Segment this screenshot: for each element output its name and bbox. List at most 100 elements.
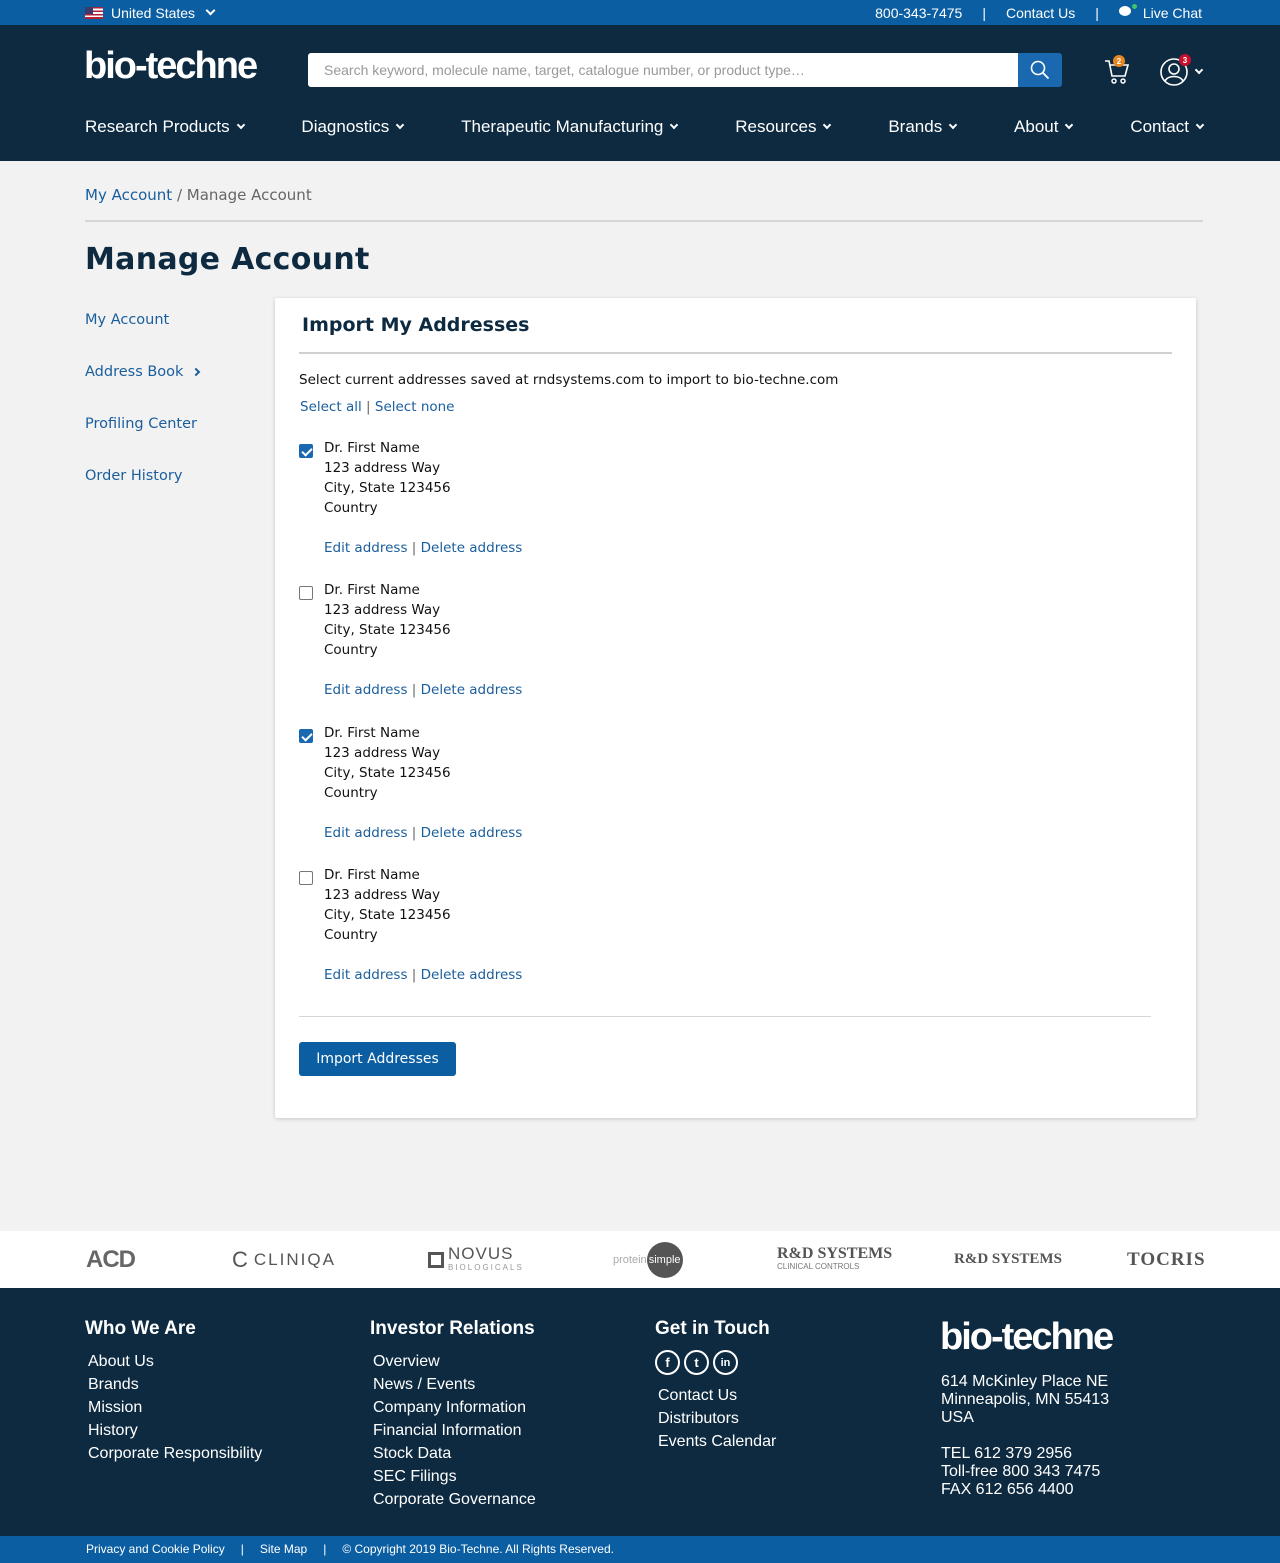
footer-link-stock-data[interactable]: Stock Data	[373, 1442, 536, 1465]
proteinsimple-logo[interactable]: protein simple	[613, 1231, 683, 1288]
cliniqa-logo[interactable]: C CLINIQA	[232, 1231, 336, 1288]
address-checkbox[interactable]	[299, 729, 313, 743]
account-notification-badge: 3	[1179, 54, 1191, 66]
delete-address-link[interactable]: Delete address	[421, 825, 523, 841]
address-item: Dr. First Name 123 address Way City, Sta…	[299, 580, 699, 710]
novus-biologicals-logo[interactable]: NOVUS BIOLOGICALS	[428, 1231, 524, 1288]
address-checkbox[interactable]	[299, 444, 313, 458]
footer-link-company-information[interactable]: Company Information	[373, 1396, 536, 1419]
nav-about[interactable]: About	[1014, 117, 1074, 137]
chevron-right-icon	[192, 367, 201, 377]
account-menu-button[interactable]: 3	[1159, 54, 1205, 89]
footer-heading: Investor Relations	[370, 1318, 535, 1339]
footer-link-events-calendar[interactable]: Events Calendar	[658, 1430, 776, 1453]
address-country: Country	[324, 642, 378, 658]
site-header: bio-techne 2 3 Research Products Diagnos…	[0, 25, 1280, 161]
address-city: City, State 123456	[324, 480, 451, 496]
nav-contact[interactable]: Contact	[1130, 117, 1205, 137]
footer-link-overview[interactable]: Overview	[373, 1350, 536, 1373]
nav-brands[interactable]: Brands	[888, 117, 958, 137]
phone-tollfree: Toll-free 800 343 7475	[941, 1463, 1101, 1480]
separator: |	[411, 682, 417, 698]
edit-address-link[interactable]: Edit address	[324, 682, 407, 698]
address-checkbox[interactable]	[299, 586, 313, 600]
footer-bio-techne-logo[interactable]: bio-techne	[940, 1316, 1114, 1359]
sidebar-item-order-history[interactable]: Order History	[85, 468, 182, 484]
novus-mark-icon	[428, 1251, 444, 1268]
region-selector[interactable]: United States	[85, 5, 216, 21]
bio-techne-logo[interactable]: bio-techne	[84, 45, 258, 88]
edit-address-link[interactable]: Edit address	[324, 825, 407, 841]
acd-logo[interactable]: ACD	[86, 1231, 136, 1288]
chevron-down-icon	[948, 120, 958, 130]
address-item: Dr. First Name 123 address Way City, Sta…	[299, 865, 699, 995]
import-addresses-button[interactable]: Import Addresses	[299, 1042, 456, 1076]
chevron-down-icon	[1065, 120, 1074, 130]
address-item: Dr. First Name 123 address Way City, Sta…	[299, 723, 699, 853]
address-street: 123 address Way	[324, 887, 441, 903]
address-city: City, State 123456	[324, 765, 451, 781]
select-none-link[interactable]: Select none	[375, 399, 455, 415]
facebook-icon[interactable]: f	[655, 1350, 680, 1375]
phone-link[interactable]: 800-343-7475	[875, 5, 962, 21]
footer-link-corporate-governance[interactable]: Corporate Governance	[373, 1488, 536, 1511]
footer-heading: Who We Are	[85, 1318, 196, 1339]
cart-button[interactable]: 2	[1104, 55, 1132, 88]
footer-link-distributors[interactable]: Distributors	[658, 1407, 776, 1430]
footer-link-corporate-responsibility[interactable]: Corporate Responsibility	[88, 1442, 262, 1465]
sidebar-item-profiling-center[interactable]: Profiling Center	[85, 416, 197, 432]
search-button[interactable]	[1018, 53, 1062, 87]
contact-us-link[interactable]: Contact Us	[1006, 5, 1075, 21]
divider	[299, 1016, 1151, 1017]
select-all-link[interactable]: Select all	[300, 399, 362, 415]
site-footer: Who We Are About Us Brands Mission Histo…	[0, 1288, 1280, 1536]
privacy-policy-link[interactable]: Privacy and Cookie Policy	[86, 1542, 225, 1556]
rd-systems-clinical-controls-logo[interactable]: R&D SYSTEMS CLINICAL CONTROLS	[777, 1231, 892, 1288]
footer-link-news-events[interactable]: News / Events	[373, 1373, 536, 1396]
breadcrumb-my-account[interactable]: My Account	[85, 186, 172, 204]
address-country: Country	[324, 785, 378, 801]
panel-title: Import My Addresses	[302, 314, 530, 336]
footer-link-sec-filings[interactable]: SEC Filings	[373, 1465, 536, 1488]
footer-link-mission[interactable]: Mission	[88, 1396, 262, 1419]
search-input[interactable]	[308, 53, 1018, 87]
linkedin-icon[interactable]: in	[713, 1350, 738, 1375]
rd-systems-logo[interactable]: R&D SYSTEMS	[954, 1231, 1062, 1288]
twitter-icon[interactable]: t	[684, 1350, 709, 1375]
site-map-link[interactable]: Site Map	[260, 1542, 307, 1556]
separator: |	[411, 825, 417, 841]
footer-link-history[interactable]: History	[88, 1419, 262, 1442]
edit-address-link[interactable]: Edit address	[324, 540, 407, 556]
breadcrumb-current: Manage Account	[186, 186, 312, 204]
chat-bubble-icon	[1118, 4, 1137, 20]
address-name: Dr. First Name	[324, 440, 420, 456]
footer-investor-relations: Investor Relations Overview News / Event…	[370, 1318, 536, 1511]
address-street: 123 address Way	[324, 602, 441, 618]
main-nav: Research Products Diagnostics Therapeuti…	[85, 117, 1205, 137]
footer-link-brands[interactable]: Brands	[88, 1373, 262, 1396]
separator: |	[982, 5, 986, 21]
footer-link-about-us[interactable]: About Us	[88, 1350, 262, 1373]
nav-resources[interactable]: Resources	[735, 117, 832, 137]
copyright-text: © Copyright 2019 Bio-Techne. All Rights …	[342, 1542, 614, 1556]
delete-address-link[interactable]: Delete address	[421, 967, 523, 983]
company-address: 614 McKinley Place NE Minneapolis, MN 55…	[941, 1373, 1110, 1498]
breadcrumb-separator: /	[176, 186, 182, 204]
separator: |	[411, 967, 417, 983]
footer-link-financial-information[interactable]: Financial Information	[373, 1419, 536, 1442]
sidebar-item-my-account[interactable]: My Account	[85, 312, 169, 328]
address-country: Country	[324, 500, 378, 516]
tocris-logo[interactable]: TOCRIS	[1127, 1231, 1206, 1288]
nav-therapeutic-manufacturing[interactable]: Therapeutic Manufacturing	[461, 117, 679, 137]
delete-address-link[interactable]: Delete address	[421, 540, 523, 556]
delete-address-link[interactable]: Delete address	[421, 682, 523, 698]
address-checkbox[interactable]	[299, 871, 313, 885]
separator: |	[323, 1542, 327, 1556]
sidebar-item-address-book[interactable]: Address Book	[85, 364, 201, 380]
nav-diagnostics[interactable]: Diagnostics	[301, 117, 405, 137]
footer-link-contact-us[interactable]: Contact Us	[658, 1384, 776, 1407]
live-chat-link[interactable]: Live Chat	[1118, 4, 1202, 21]
edit-address-link[interactable]: Edit address	[324, 967, 407, 983]
brand-logo-strip: ACD C CLINIQA NOVUS BIOLOGICALS protein …	[0, 1231, 1280, 1288]
nav-research-products[interactable]: Research Products	[85, 117, 245, 137]
